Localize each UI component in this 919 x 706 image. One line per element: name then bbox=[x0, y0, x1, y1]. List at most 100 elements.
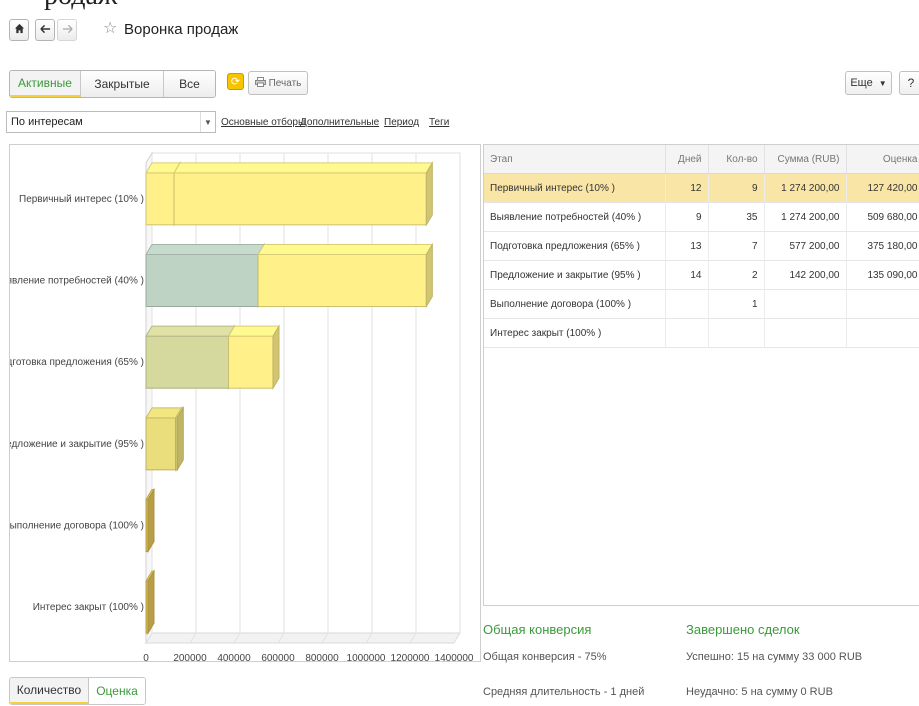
cell-count: 1 bbox=[708, 289, 765, 319]
cell-days bbox=[665, 318, 709, 348]
back-button[interactable] bbox=[35, 19, 55, 41]
tab-estimate[interactable]: Оценка bbox=[89, 678, 145, 704]
table-row[interactable]: Выявление потребностей (40% ) 9 35 1 274… bbox=[484, 202, 919, 232]
home-icon bbox=[14, 23, 25, 37]
cell-estimate: 127 420,00 bbox=[846, 173, 919, 203]
chart-mode-tabs: Количество Оценка bbox=[9, 677, 146, 705]
x-tick-label: 1400000 bbox=[435, 653, 474, 662]
x-tick-label: 800000 bbox=[305, 653, 339, 662]
bar-sum-side bbox=[425, 161, 433, 227]
chevron-down-icon[interactable]: ▼ bbox=[200, 112, 215, 132]
link-main-filters[interactable]: Основные отборы bbox=[221, 117, 305, 128]
bar-estimate bbox=[145, 172, 175, 226]
cell-sum: 1 274 200,00 bbox=[764, 202, 847, 232]
col-sum[interactable]: Сумма (RUB) bbox=[764, 145, 847, 174]
table-row[interactable]: Подготовка предложения (65% ) 13 7 577 2… bbox=[484, 231, 919, 261]
cell-sum: 1 274 200,00 bbox=[764, 173, 847, 203]
table-row[interactable]: Предложение и закрытие (95% ) 14 2 142 2… bbox=[484, 260, 919, 290]
link-tags[interactable]: Теги bbox=[429, 117, 449, 128]
bar-sum-side bbox=[272, 324, 280, 390]
deals-fail: Неудачно: 5 на сумму 0 RUB bbox=[686, 686, 833, 698]
cell-stage: Подготовка предложения (65% ) bbox=[484, 231, 666, 261]
category-label: Первичный интерес (10% ) bbox=[19, 194, 144, 205]
cell-days: 9 bbox=[665, 202, 709, 232]
forward-button[interactable] bbox=[57, 19, 77, 41]
table-row[interactable]: Выполнение договора (100% ) 1 bbox=[484, 289, 919, 319]
print-label: Печать bbox=[268, 77, 302, 89]
bar-sum bbox=[228, 335, 274, 389]
page-title: Воронка продаж bbox=[124, 21, 239, 38]
refresh-button[interactable]: ⟳ bbox=[227, 73, 244, 90]
cell-days bbox=[665, 289, 709, 319]
status-filter-group: Активные Закрытые Все bbox=[9, 70, 216, 98]
chevron-down-icon: ▼ bbox=[878, 78, 887, 88]
bar-estimate bbox=[145, 254, 259, 307]
bar-estimate bbox=[145, 335, 230, 389]
cell-days: 13 bbox=[665, 231, 709, 261]
cell-count: 35 bbox=[708, 202, 765, 232]
cell-stage: Первичный интерес (10% ) bbox=[484, 173, 666, 203]
more-menu-button[interactable]: Еще ▼ bbox=[845, 71, 892, 95]
conversion-value: Общая конверсия - 75% bbox=[483, 651, 607, 663]
filter-closed-button[interactable]: Закрытые bbox=[81, 71, 164, 97]
bar-estimate-top bbox=[145, 325, 236, 337]
chart-canvas: 0 200000 400000 600000 800000 1000000 1200000 1… bbox=[10, 151, 474, 662]
refresh-icon: ⟳ bbox=[230, 76, 241, 88]
cell-stage: Интерес закрыт (100% ) bbox=[484, 318, 666, 348]
col-stage[interactable]: Этап bbox=[484, 145, 666, 174]
cell-estimate bbox=[846, 289, 919, 319]
help-label: ? bbox=[907, 76, 915, 90]
category-label: Предложение и закрытие (95% ) bbox=[10, 439, 144, 450]
cell-estimate: 375 180,00 bbox=[846, 231, 919, 261]
cell-count bbox=[708, 318, 765, 348]
category-label: Подготовка предложения (65% ) bbox=[10, 357, 144, 368]
category-label: Выявление потребностей (40% ) bbox=[10, 275, 144, 287]
cell-estimate: 509 680,00 bbox=[846, 202, 919, 232]
col-days[interactable]: Дней bbox=[665, 145, 709, 174]
cell-count: 7 bbox=[708, 231, 765, 261]
bar-sum-top bbox=[257, 244, 434, 255]
deals-title: Завершено сделок bbox=[686, 622, 800, 637]
cell-stage: Предложение и закрытие (95% ) bbox=[484, 260, 666, 290]
table-header-row: Этап Дней Кол-во Сумма (RUB) Оценка bbox=[484, 145, 919, 174]
bar-sum-top bbox=[227, 325, 280, 337]
avg-duration: Средняя длительность - 1 дней bbox=[483, 686, 645, 698]
cell-stage: Выявление потребностей (40% ) bbox=[484, 202, 666, 232]
stages-table: Этап Дней Кол-во Сумма (RUB) Оценка Перв… bbox=[483, 144, 919, 606]
bar-sum bbox=[257, 254, 427, 307]
arrow-left-icon bbox=[39, 23, 51, 37]
star-icon[interactable]: ☆ bbox=[103, 18, 117, 38]
deals-success: Успешно: 15 на сумму 33 000 RUB bbox=[686, 651, 863, 663]
cell-count: 9 bbox=[708, 173, 765, 203]
help-button[interactable]: ? bbox=[899, 71, 919, 95]
arrow-right-icon bbox=[62, 23, 73, 37]
x-tick-label: 0 bbox=[143, 653, 149, 662]
grouping-select[interactable]: По интересам ▼ bbox=[6, 111, 216, 133]
x-tick-label: 600000 bbox=[261, 653, 295, 662]
bar-estimate-top bbox=[145, 244, 266, 255]
table-row[interactable]: Интерес закрыт (100% ) bbox=[484, 318, 919, 348]
link-period[interactable]: Период bbox=[384, 117, 419, 128]
bar-sum-top bbox=[173, 162, 434, 174]
cell-days: 12 bbox=[665, 173, 709, 203]
table-row[interactable]: Первичный интерес (10% ) 12 9 1 274 200,… bbox=[484, 173, 919, 203]
cell-sum bbox=[764, 289, 847, 319]
filter-active-button[interactable]: Активные bbox=[10, 71, 81, 97]
funnel-chart: 0 200000 400000 600000 800000 1000000 1200000 1… bbox=[9, 144, 481, 662]
chart-side-wall bbox=[145, 151, 153, 645]
bar-sum-side bbox=[425, 242, 433, 309]
x-tick-label: 200000 bbox=[173, 653, 207, 662]
x-tick-label: 1200000 bbox=[391, 653, 430, 662]
filter-all-button[interactable]: Все bbox=[164, 71, 215, 97]
printer-icon bbox=[254, 76, 266, 90]
print-button[interactable]: Печать bbox=[248, 71, 308, 95]
col-estimate[interactable]: Оценка bbox=[846, 145, 919, 174]
link-additional[interactable]: Дополнительные bbox=[300, 117, 379, 128]
cell-sum: 577 200,00 bbox=[764, 231, 847, 261]
home-button[interactable] bbox=[9, 19, 29, 41]
category-label: Интерес закрыт (100% ) bbox=[33, 602, 144, 613]
category-label: Выполнение договора (100% ) bbox=[10, 521, 144, 532]
tab-count[interactable]: Количество bbox=[10, 678, 89, 704]
col-count[interactable]: Кол-во bbox=[708, 145, 765, 174]
cell-sum: 142 200,00 bbox=[764, 260, 847, 290]
